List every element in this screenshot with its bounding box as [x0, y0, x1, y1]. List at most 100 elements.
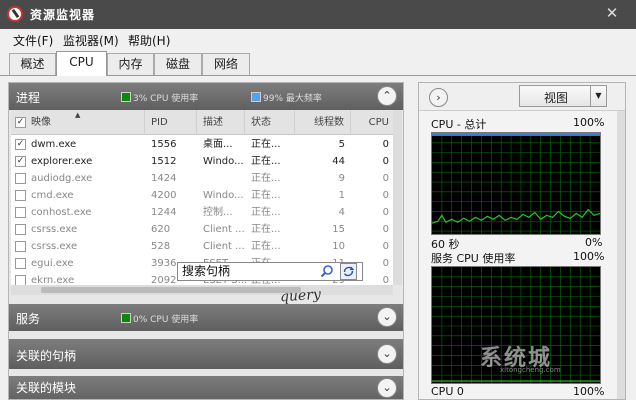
- table-row[interactable]: cmd.exe 4200 Windo... 正在... 1 0: [11, 187, 393, 204]
- cpu-total-max: 100%: [573, 116, 605, 129]
- cell-cpu: 0: [382, 173, 389, 184]
- menu-monitor[interactable]: 监视器(M): [63, 32, 119, 49]
- cell-status: 正在...: [251, 156, 281, 167]
- cell-image: egui.exe: [31, 258, 74, 269]
- cell-threads: 44: [332, 156, 345, 167]
- row-checkbox[interactable]: [15, 275, 26, 285]
- cell-status: 正在...: [251, 224, 281, 235]
- row-checkbox[interactable]: ✓: [15, 156, 26, 167]
- cell-pid: 1512: [151, 156, 177, 167]
- row-checkbox[interactable]: [15, 224, 26, 235]
- col-pid[interactable]: PID: [145, 110, 197, 135]
- menu-bar: 文件(F) 监视器(M) 帮助(H): [0, 29, 636, 51]
- table-row[interactable]: audiodg.exe 1424 正在... 9 0: [11, 170, 393, 187]
- processes-header[interactable]: 进程 3% CPU 使用率 99% 最大频率 ⌃: [9, 83, 403, 110]
- modules-header[interactable]: 关联的模块 ⌄: [9, 376, 403, 399]
- tab-cpu[interactable]: CPU: [56, 51, 107, 76]
- cell-description: Client ...: [203, 224, 245, 235]
- search-icon[interactable]: [320, 264, 334, 278]
- handles-header[interactable]: 关联的句柄 ⌄: [9, 339, 403, 369]
- row-checkbox[interactable]: ✓: [15, 139, 26, 150]
- cell-description: Windo...: [203, 156, 244, 167]
- expand-modules-button[interactable]: ⌄: [377, 378, 397, 398]
- col-threads[interactable]: 线程数: [295, 110, 351, 135]
- services-title: 服务: [16, 312, 41, 326]
- process-table-vscroll[interactable]: [393, 110, 402, 285]
- cell-description: 桌面...: [203, 139, 233, 150]
- row-checkbox[interactable]: [15, 258, 26, 269]
- cpu-total-min: 0%: [585, 236, 603, 249]
- menu-help[interactable]: 帮助(H): [128, 32, 170, 49]
- cell-description: Windo...: [203, 190, 244, 201]
- cpu0-label: CPU 0: [431, 385, 464, 398]
- chevron-down-icon[interactable]: ▼: [590, 86, 606, 106]
- tab-disk[interactable]: 磁盘: [154, 53, 202, 75]
- col-image[interactable]: ✓ 映像 ▲: [11, 110, 145, 135]
- select-all-checkbox[interactable]: ✓: [15, 117, 26, 128]
- table-row[interactable]: ✓ dwm.exe 1556 桌面... 正在... 5 0: [11, 136, 393, 153]
- table-row[interactable]: csrss.exe 528 Client ... 正在... 10 0: [11, 238, 393, 255]
- cell-status: 正在...: [251, 241, 281, 252]
- col-status[interactable]: 状态: [245, 110, 295, 135]
- cell-cpu: 0: [382, 156, 389, 167]
- cell-cpu: 0: [382, 139, 389, 150]
- max-frequency-legend: 99% 最大频率: [251, 91, 322, 104]
- cpu0-max: 100%: [573, 385, 605, 398]
- cpu-usage-legend: 3% CPU 使用率: [121, 91, 198, 104]
- cell-pid: 528: [151, 241, 171, 252]
- row-checkbox[interactable]: [15, 207, 26, 218]
- col-description[interactable]: 描述: [197, 110, 245, 135]
- search-handles-input[interactable]: 搜索句柄: [177, 262, 363, 281]
- resource-monitor-icon: [7, 6, 23, 22]
- cell-status: 正在...: [251, 139, 281, 150]
- cell-cpu: 0: [382, 224, 389, 235]
- cpu-usage-swatch: [121, 92, 131, 102]
- cell-threads: 9: [338, 173, 345, 184]
- expand-handles-button[interactable]: ⌄: [377, 344, 397, 364]
- close-button[interactable]: ✕: [604, 5, 620, 21]
- services-header[interactable]: 服务 0% CPU 使用率 ⌄: [9, 304, 403, 331]
- graph-pane-header: › 视图 ▼: [419, 83, 625, 111]
- row-checkbox[interactable]: [15, 241, 26, 252]
- process-table-hscroll[interactable]: [11, 285, 393, 295]
- modules-title: 关联的模块: [16, 381, 77, 395]
- menu-file[interactable]: 文件(F): [13, 32, 53, 49]
- service-cpu-max: 100%: [573, 250, 605, 263]
- service-cpu-label: 服务 CPU 使用率: [431, 252, 516, 265]
- cell-image: explorer.exe: [31, 156, 93, 167]
- row-checkbox[interactable]: [15, 173, 26, 184]
- sort-arrow-icon: ▲: [75, 111, 81, 119]
- table-row[interactable]: csrss.exe 620 Client ... 正在... 15 0: [11, 221, 393, 238]
- table-row[interactable]: conhost.exe 1244 控制... 正在... 4 0: [11, 204, 393, 221]
- graph-pane-scrollbar[interactable]: [617, 111, 625, 399]
- view-button[interactable]: 视图 ▼: [519, 85, 607, 107]
- cell-pid: 1556: [151, 139, 177, 150]
- expand-pane-button[interactable]: ›: [429, 88, 448, 107]
- hscroll-thumb[interactable]: [41, 287, 301, 293]
- cell-description: 控制...: [203, 207, 233, 218]
- handles-title: 关联的句柄: [16, 349, 77, 363]
- col-cpu[interactable]: CPU: [351, 110, 393, 135]
- cell-cpu: 0: [382, 207, 389, 218]
- process-table: ✓ 映像 ▲ PID 描述 状态 线程数 CPU ✓ dwm.exe 1556 桌面.…: [11, 110, 393, 285]
- tab-memory[interactable]: 内存: [107, 53, 154, 75]
- tab-network[interactable]: 网络: [202, 53, 250, 75]
- table-row[interactable]: ✓ explorer.exe 1512 Windo... 正在... 44 0: [11, 153, 393, 170]
- cpu-total-label: CPU - 总计: [431, 118, 487, 131]
- window-title: 资源监视器: [30, 8, 96, 22]
- handwritten-annotation: query: [279, 286, 322, 306]
- cell-image: cmd.exe: [31, 190, 74, 201]
- services-cpu-swatch: [121, 313, 131, 323]
- title-bar: 资源监视器 ✕: [0, 0, 636, 29]
- collapse-processes-button[interactable]: ⌃: [377, 86, 397, 106]
- expand-services-button[interactable]: ⌄: [377, 307, 397, 327]
- cell-status: 正在...: [251, 207, 281, 218]
- refresh-icon[interactable]: [340, 263, 357, 280]
- tab-overview[interactable]: 概述: [9, 53, 56, 75]
- processes-title: 进程: [16, 91, 41, 105]
- cell-threads: 1: [338, 190, 345, 201]
- cell-threads: 10: [332, 241, 345, 252]
- cell-image: ekrn.exe: [31, 275, 75, 285]
- cell-pid: 1424: [151, 173, 177, 184]
- row-checkbox[interactable]: [15, 190, 26, 201]
